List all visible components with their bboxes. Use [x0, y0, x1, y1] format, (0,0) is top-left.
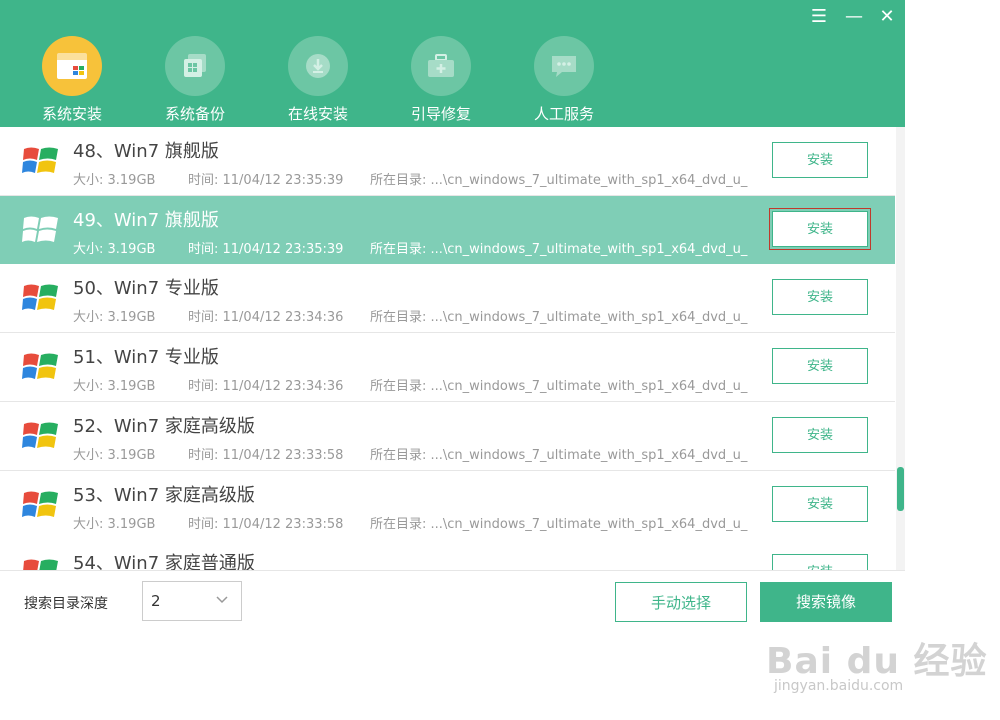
windows-logo-icon — [22, 422, 58, 448]
chevron-down-icon — [216, 596, 228, 604]
nav-online-install[interactable]: 在线安装 — [268, 36, 368, 123]
close-icon[interactable]: ✕ — [876, 6, 898, 28]
windows-logo-icon — [22, 491, 58, 517]
watermark-logo-text: Bai du 经验 — [766, 641, 988, 682]
footer-bar: 搜索目录深度 2 手动选择 搜索镜像 — [0, 570, 905, 628]
scrollbar-thumb[interactable] — [897, 467, 904, 511]
item-meta: 大小: 3.19GB 时间: 11/04/12 23:34:36 所在目录: ...… — [73, 375, 747, 394]
item-title: 53、Win7 家庭高级版 — [73, 484, 255, 506]
item-size: 大小: 3.19GB — [73, 173, 156, 188]
item-title: 48、Win7 旗舰版 — [73, 141, 219, 162]
item-meta: 大小: 3.19GB 时间: 11/04/12 23:33:58 所在目录: ...… — [73, 513, 747, 532]
nav-system-install[interactable]: 系统安装 — [22, 36, 122, 123]
item-meta: 大小: 3.19GB 时间: 11/04/12 23:35:39 所在目录: ...… — [73, 238, 747, 257]
nav-label: 在线安装 — [287, 105, 348, 123]
system-install-icon — [57, 53, 87, 79]
system-backup-icon — [184, 54, 206, 77]
item-size: 大小: 3.19GB — [73, 310, 156, 326]
search-depth-label: 搜索目录深度 — [24, 596, 108, 612]
item-size: 大小: 3.19GB — [73, 241, 156, 257]
search-image-button[interactable]: 搜索镜像 — [760, 582, 892, 622]
search-depth-value: 2 — [151, 592, 161, 610]
item-title: 50、Win7 专业版 — [73, 278, 219, 300]
item-meta: 大小: 3.19GB 时间: 11/04/12 23:34:36 所在目录: ...… — [73, 306, 747, 325]
list-item[interactable]: 49、Win7 旗舰版大小: 3.19GB 时间: 11/04/12 23:35:… — [0, 195, 895, 265]
item-size: 大小: 3.19GB — [73, 379, 156, 395]
item-meta: 大小: 3.19GB 时间: 11/04/12 23:33:58 所在目录: ...… — [73, 444, 747, 463]
scrollbar[interactable] — [896, 127, 905, 570]
menu-icon[interactable]: ☰ — [808, 6, 830, 28]
item-title: 51、Win7 专业版 — [73, 347, 219, 369]
list-item[interactable]: 52、Win7 家庭高级版大小: 3.19GB 时间: 11/04/12 23:3… — [0, 401, 895, 471]
windows-logo-icon — [23, 559, 58, 570]
item-title: 49、Win7 旗舰版 — [73, 209, 219, 231]
item-time: 时间: 11/04/12 23:35:39 — [188, 241, 344, 257]
watermark-url: jingyan.baidu.com — [774, 678, 904, 694]
item-time: 时间: 11/04/12 23:33:58 — [188, 516, 344, 532]
item-time: 时间: 11/04/12 23:34:36 — [188, 310, 344, 326]
item-size: 大小: 3.19GB — [73, 516, 156, 532]
search-depth-select[interactable]: 2 — [142, 581, 242, 621]
install-button[interactable]: 安装 — [772, 416, 868, 453]
nav-label: 系统安装 — [41, 105, 102, 123]
nav-system-backup[interactable]: 系统备份 — [145, 36, 245, 123]
windows-logo-icon — [22, 353, 58, 380]
install-button[interactable]: 安装 — [772, 348, 868, 385]
windows-logo-icon — [22, 284, 58, 311]
item-title: 52、Win7 家庭高级版 — [73, 415, 255, 437]
item-directory: 所在目录: ...\cn_windows_7_ultimate_with_sp1… — [370, 447, 748, 463]
image-list: 48、Win7 旗舰版大小: 3.19GB 时间: 11/04/12 23:35:… — [0, 127, 895, 570]
item-time: 时间: 11/04/12 23:35:39 — [188, 173, 344, 188]
list-item[interactable]: 54、Win7 家庭普通版 安装 — [0, 539, 895, 570]
item-directory: 所在目录: ...\cn_windows_7_ultimate_with_sp1… — [370, 310, 748, 326]
item-size: 大小: 3.19GB — [73, 447, 156, 463]
nav-chat-service[interactable]: 人工服务 — [514, 36, 614, 123]
item-meta: 大小: 3.19GB 时间: 11/04/12 23:35:39 所在目录: ...… — [73, 169, 747, 188]
nav-boot-repair[interactable]: 引导修复 — [391, 36, 491, 123]
chat-service-icon — [552, 56, 576, 77]
manual-select-button[interactable]: 手动选择 — [615, 582, 747, 622]
install-button[interactable]: 安装 — [772, 279, 868, 316]
list-item[interactable]: 48、Win7 旗舰版大小: 3.19GB 时间: 11/04/12 23:35:… — [0, 127, 895, 196]
item-title: 54、Win7 家庭普通版 — [73, 553, 255, 570]
install-button[interactable]: 安装 — [772, 554, 868, 570]
app-window: ☰ — ✕ 系统安装 系统备份 在线安装 引导修复 人工服务 48、Win7 旗… — [0, 0, 905, 628]
install-button[interactable]: 安装 — [772, 485, 868, 522]
item-time: 时间: 11/04/12 23:33:58 — [188, 447, 344, 463]
online-install-icon — [306, 54, 330, 78]
install-button[interactable]: 安装 — [769, 207, 871, 250]
item-time: 时间: 11/04/12 23:34:36 — [188, 379, 344, 395]
item-directory: 所在目录: ...\cn_windows_7_ultimate_with_sp1… — [370, 516, 748, 532]
item-directory: 所在目录: ...\cn_windows_7_ultimate_with_sp1… — [370, 241, 748, 257]
list-item[interactable]: 51、Win7 专业版大小: 3.19GB 时间: 11/04/12 23:34:… — [0, 333, 895, 403]
nav-label: 引导修复 — [410, 105, 471, 123]
boot-repair-icon — [428, 54, 454, 77]
windows-logo-icon — [22, 216, 58, 242]
list-item[interactable]: 50、Win7 专业版大小: 3.19GB 时间: 11/04/12 23:34:… — [0, 264, 895, 334]
list-item[interactable]: 53、Win7 家庭高级版大小: 3.19GB 时间: 11/04/12 23:3… — [0, 470, 895, 540]
nav-label: 系统备份 — [164, 105, 225, 123]
minimize-icon[interactable]: — — [843, 6, 865, 28]
header-bar: ☰ — ✕ 系统安装 系统备份 在线安装 引导修复 人工服务 — [0, 0, 905, 127]
nav-label: 人工服务 — [533, 105, 594, 123]
install-button[interactable]: 安装 — [772, 142, 868, 178]
item-directory: 所在目录: ...\cn_windows_7_ultimate_with_sp1… — [370, 379, 748, 395]
item-directory: 所在目录: ...\cn_windows_7_ultimate_with_sp1… — [370, 173, 748, 188]
windows-logo-icon — [22, 147, 58, 173]
